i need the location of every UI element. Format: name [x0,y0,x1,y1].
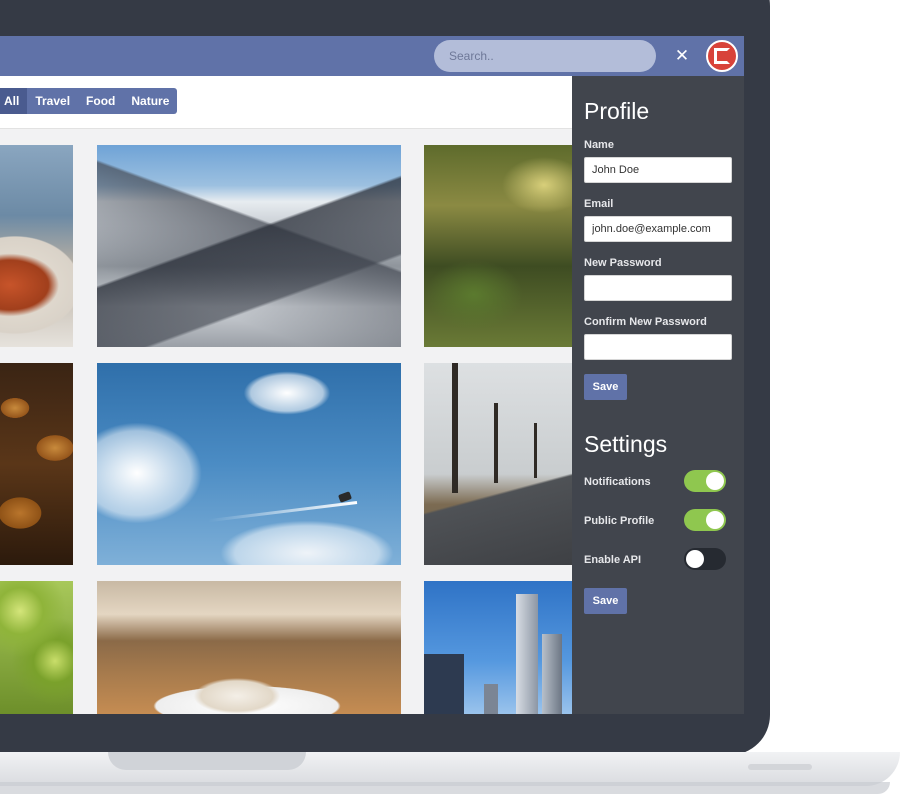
photo-forest[interactable] [424,145,572,347]
tree-trunk [494,403,498,483]
public-profile-toggle[interactable] [684,509,726,531]
tree-trunk [534,423,537,478]
notifications-toggle[interactable] [684,470,726,492]
building [542,634,562,714]
photo-road-trees[interactable] [424,363,572,565]
photo-pizza[interactable] [0,145,73,347]
laptop-slot [748,764,812,770]
search-input[interactable] [434,40,656,72]
name-field[interactable] [584,157,732,183]
filter-group: All Travel Food Nature [0,88,178,114]
public-profile-label: Public Profile [584,515,655,527]
building [484,684,498,714]
contrail [207,501,358,523]
profile-title: Profile [584,98,650,124]
building [516,594,538,714]
email-field[interactable] [584,216,732,242]
filter-travel[interactable]: Travel [27,88,79,114]
laptop-notch [108,752,306,770]
settings-title: Settings [584,431,668,457]
app-screen: ✕ All Travel Food Nature Profile Name [0,36,744,714]
filter-all[interactable]: All [0,88,28,114]
photo-city-skyline[interactable] [424,581,572,714]
app-logo-glyph [714,48,730,64]
enable-api-label: Enable API [584,554,642,566]
app-logo-icon[interactable] [706,40,738,72]
toggle-knob [706,511,724,529]
profile-save-button[interactable]: Save [584,374,627,400]
filter-nature[interactable]: Nature [123,88,178,114]
confirm-password-field[interactable] [584,334,732,360]
photo-bread[interactable] [0,363,73,565]
toggle-knob [706,472,724,490]
top-bar: ✕ [0,36,744,76]
building [424,654,464,714]
profile-panel: Profile Name Email New Password Confirm … [572,76,744,714]
filter-food[interactable]: Food [78,88,124,114]
name-label: Name [584,139,614,151]
filter-bar: All Travel Food Nature [0,76,572,129]
toggle-knob [686,550,704,568]
settings-save-button[interactable]: Save [584,588,627,614]
photo-sky-airplane[interactable] [97,363,401,565]
photo-mountains[interactable] [97,145,401,347]
confirm-password-label: Confirm New Password [584,316,707,328]
notifications-label: Notifications [584,476,651,488]
tools-icon[interactable]: ✕ [672,46,692,66]
tree-trunk [452,363,458,493]
photo-leaves[interactable] [0,581,73,714]
email-label: Email [584,198,614,210]
enable-api-toggle[interactable] [684,548,726,570]
new-password-label: New Password [584,257,662,269]
new-password-field[interactable] [584,275,732,301]
photo-cafe-cake[interactable] [97,581,401,714]
laptop-base-shadow [0,782,890,794]
